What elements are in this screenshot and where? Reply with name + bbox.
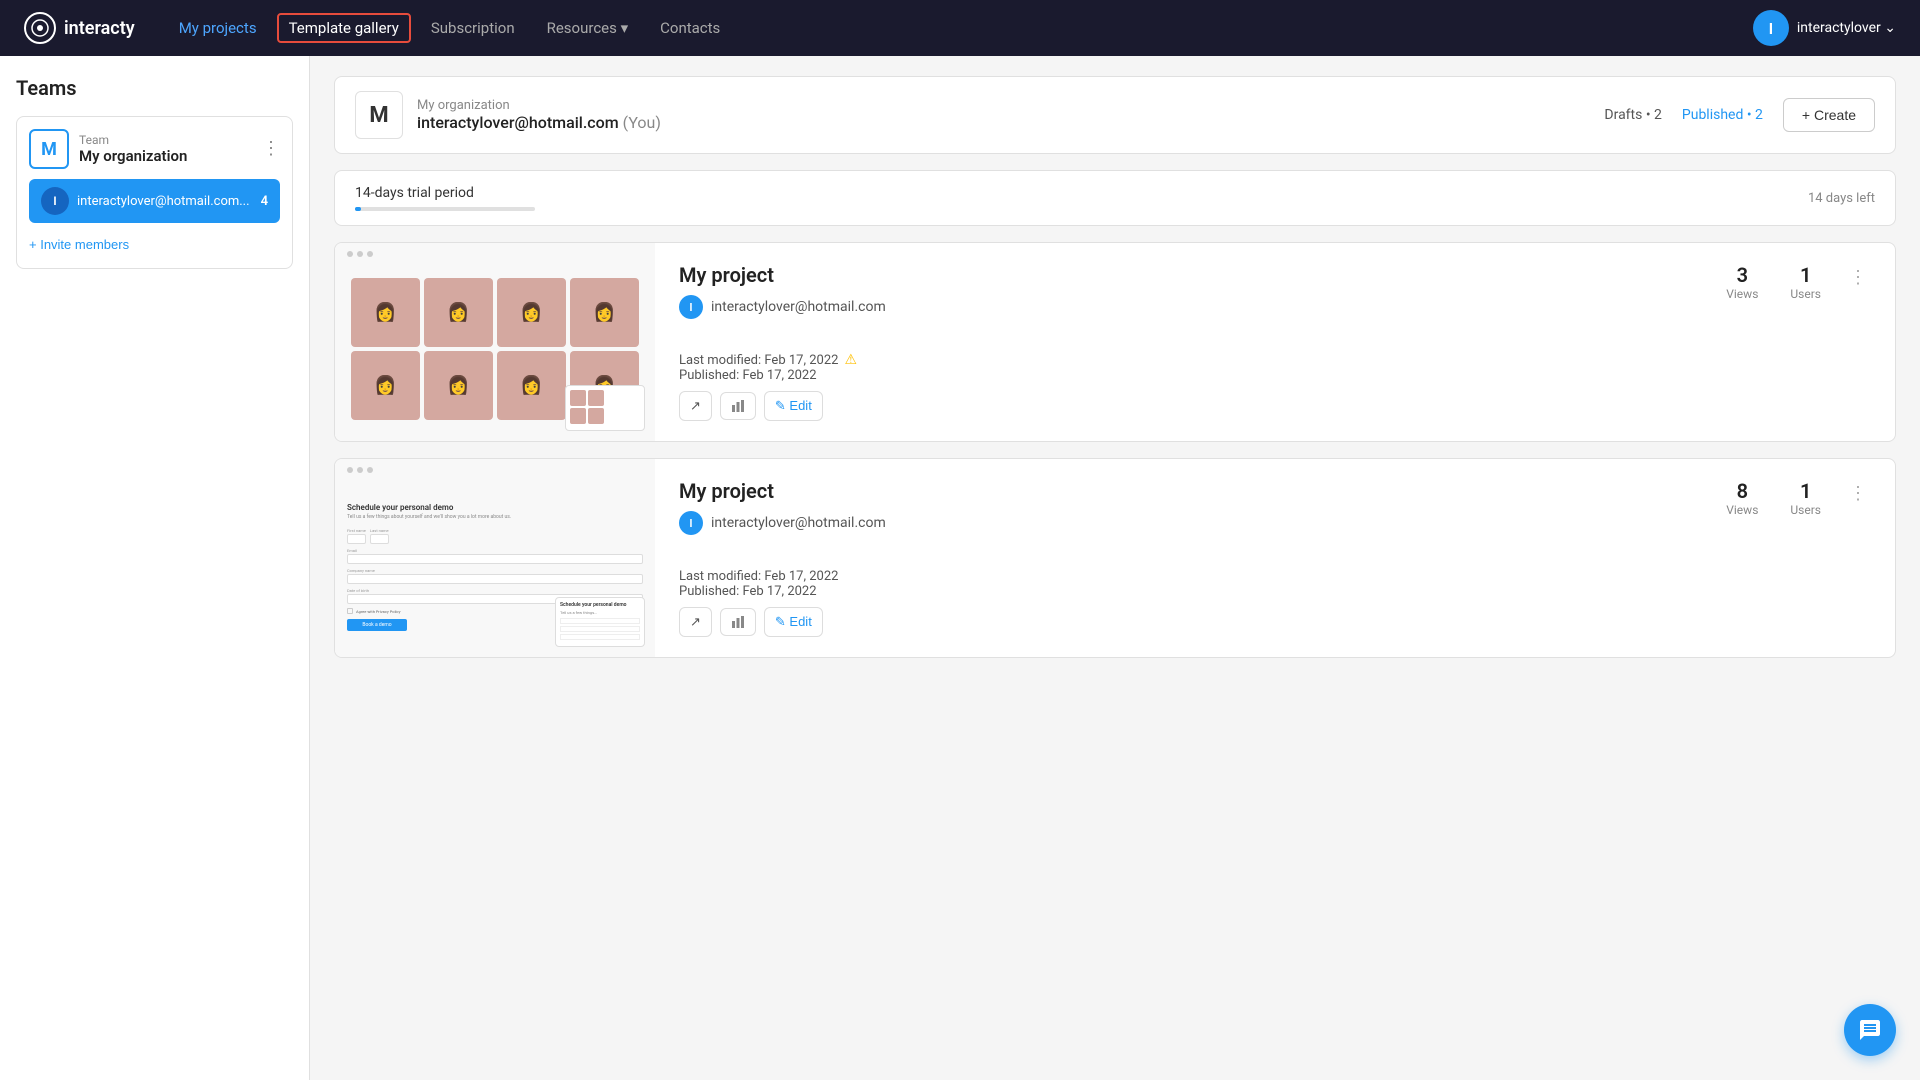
- project-menu-1[interactable]: ⋮: [1845, 263, 1871, 292]
- team-label: Team: [79, 133, 187, 147]
- user-avatar: I: [1753, 10, 1789, 46]
- owner-email-2: interactylover@hotmail.com: [711, 515, 886, 531]
- project-title-2: My project: [679, 479, 886, 503]
- last-modified-2: Last modified: Feb 17, 2022: [679, 569, 1871, 584]
- views-stat-2: 8 Views: [1726, 479, 1758, 517]
- project-thumbnail-2[interactable]: Schedule your personal demo Tell us a fe…: [335, 459, 655, 657]
- nav-contacts[interactable]: Contacts: [648, 13, 732, 43]
- project-info-2: My project I interactylover@hotmail.com …: [655, 459, 1895, 657]
- external-link-button-1[interactable]: ↗: [679, 391, 712, 421]
- nav-subscription[interactable]: Subscription: [419, 13, 527, 43]
- team-name-block: Team My organization: [79, 133, 187, 165]
- project-details-1: My project I interactylover@hotmail.com: [679, 263, 886, 319]
- trial-progress-bar: [355, 207, 535, 211]
- users-stat-1: 1 Users: [1790, 263, 1821, 301]
- mini-preview-2: Schedule your personal demo Tell us a fe…: [555, 597, 645, 647]
- team-org-name: My organization: [79, 147, 187, 165]
- thumb-dots-1: [347, 251, 373, 257]
- users-stat-2: 1 Users: [1790, 479, 1821, 517]
- team-header: M Team My organization ⋮: [29, 129, 280, 169]
- sidebar-title: Teams: [16, 76, 293, 100]
- team-avatar: M: [29, 129, 69, 169]
- team-more-icon[interactable]: ⋮: [262, 140, 280, 158]
- project-info-1: My project I interactylover@hotmail.com …: [655, 243, 1895, 441]
- project-card-2: Schedule your personal demo Tell us a fe…: [334, 458, 1896, 658]
- external-link-button-2[interactable]: ↗: [679, 607, 712, 637]
- org-info: My organization interactylover@hotmail.c…: [417, 98, 661, 132]
- trial-text: 14-days trial period: [355, 185, 535, 201]
- thumb-dots-2: [347, 467, 373, 473]
- project-details-2: My project I interactylover@hotmail.com: [679, 479, 886, 535]
- published-date-1: Published: Feb 17, 2022: [679, 368, 1871, 383]
- owner-email-1: interactylover@hotmail.com: [711, 299, 886, 315]
- member-left: I interactylover@hotmail.com...: [41, 187, 250, 215]
- project-top-2: My project I interactylover@hotmail.com …: [679, 479, 1871, 535]
- project-owner-1: I interactylover@hotmail.com: [679, 295, 886, 319]
- member-avatar: I: [41, 187, 69, 215]
- team-card: M Team My organization ⋮ I interactylove…: [16, 116, 293, 269]
- trial-banner: 14-days trial period 14 days left: [334, 170, 1896, 226]
- content-area: M My organization interactylover@hotmail…: [310, 56, 1920, 1080]
- member-email: interactylover@hotmail.com...: [77, 194, 250, 209]
- nav-links: My projects Template gallery Subscriptio…: [167, 13, 1721, 43]
- trial-days-left: 14 days left: [1808, 191, 1875, 206]
- create-button[interactable]: + Create: [1783, 98, 1875, 132]
- navbar: interacty My projects Template gallery S…: [0, 0, 1920, 56]
- nav-template-gallery[interactable]: Template gallery: [277, 13, 411, 43]
- brand-icon: [24, 12, 56, 44]
- project-thumbnail-1[interactable]: 👩 👩 👩 👩 👩 👩 👩 👩: [335, 243, 655, 441]
- nav-my-projects[interactable]: My projects: [167, 13, 269, 43]
- published-stat-link[interactable]: Published • 2: [1682, 107, 1763, 123]
- edit-button-2[interactable]: ✎ Edit: [764, 607, 823, 637]
- mini-preview-1: [565, 385, 645, 431]
- stats-button-2[interactable]: [720, 608, 756, 636]
- project-card: 👩 👩 👩 👩 👩 👩 👩 👩 My project: [334, 242, 1896, 442]
- owner-avatar-1: I: [679, 295, 703, 319]
- org-header: M My organization interactylover@hotmail…: [334, 76, 1896, 154]
- org-email: interactylover@hotmail.com (You): [417, 113, 661, 132]
- project-top-1: My project I interactylover@hotmail.com …: [679, 263, 1871, 319]
- sidebar: Teams M Team My organization ⋮ I interac…: [0, 56, 310, 1080]
- main-layout: Teams M Team My organization ⋮ I interac…: [0, 56, 1920, 1080]
- drafts-stat: Drafts • 2: [1604, 107, 1661, 123]
- org-avatar: M: [355, 91, 403, 139]
- brand-logo[interactable]: interacty: [24, 12, 135, 44]
- org-stats: Drafts • 2 Published • 2: [1604, 107, 1763, 123]
- views-stat-1: 3 Views: [1726, 263, 1758, 301]
- user-name[interactable]: interactylover ⌄: [1797, 20, 1896, 36]
- brand-name: interacty: [64, 18, 135, 39]
- trial-left: 14-days trial period: [355, 185, 535, 211]
- project-stats-2: 8 Views 1 Users: [1726, 479, 1821, 517]
- owner-avatar-2: I: [679, 511, 703, 535]
- last-modified-1: Last modified: Feb 17, 2022 ⚠: [679, 352, 1871, 368]
- edit-button-1[interactable]: ✎ Edit: [764, 391, 823, 421]
- team-info: M Team My organization: [29, 129, 187, 169]
- you-label: (You): [623, 113, 661, 132]
- project-actions-1: ↗ ✎ Edit: [679, 391, 1871, 421]
- project-title-1: My project: [679, 263, 886, 287]
- project-actions-2: ↗ ✎ Edit: [679, 607, 1871, 637]
- trial-bar-fill: [355, 207, 361, 211]
- warning-icon-1: ⚠: [844, 352, 857, 368]
- project-owner-2: I interactylover@hotmail.com: [679, 511, 886, 535]
- org-name: My organization: [417, 98, 661, 113]
- published-date-2: Published: Feb 17, 2022: [679, 584, 1871, 599]
- project-meta-2: Last modified: Feb 17, 2022 Published: F…: [679, 553, 1871, 637]
- member-row[interactable]: I interactylover@hotmail.com... 4: [29, 179, 280, 223]
- project-stats-1: 3 Views 1 Users: [1726, 263, 1821, 301]
- stats-button-1[interactable]: [720, 392, 756, 420]
- project-meta-1: Last modified: Feb 17, 2022 ⚠ Published:…: [679, 336, 1871, 421]
- chat-fab-button[interactable]: [1844, 1004, 1896, 1056]
- invite-members-button[interactable]: + Invite members: [29, 233, 129, 256]
- nav-resources[interactable]: Resources ▾: [535, 13, 641, 43]
- user-menu[interactable]: I interactylover ⌄: [1753, 10, 1896, 46]
- project-menu-2[interactable]: ⋮: [1845, 479, 1871, 508]
- member-count: 4: [261, 194, 268, 209]
